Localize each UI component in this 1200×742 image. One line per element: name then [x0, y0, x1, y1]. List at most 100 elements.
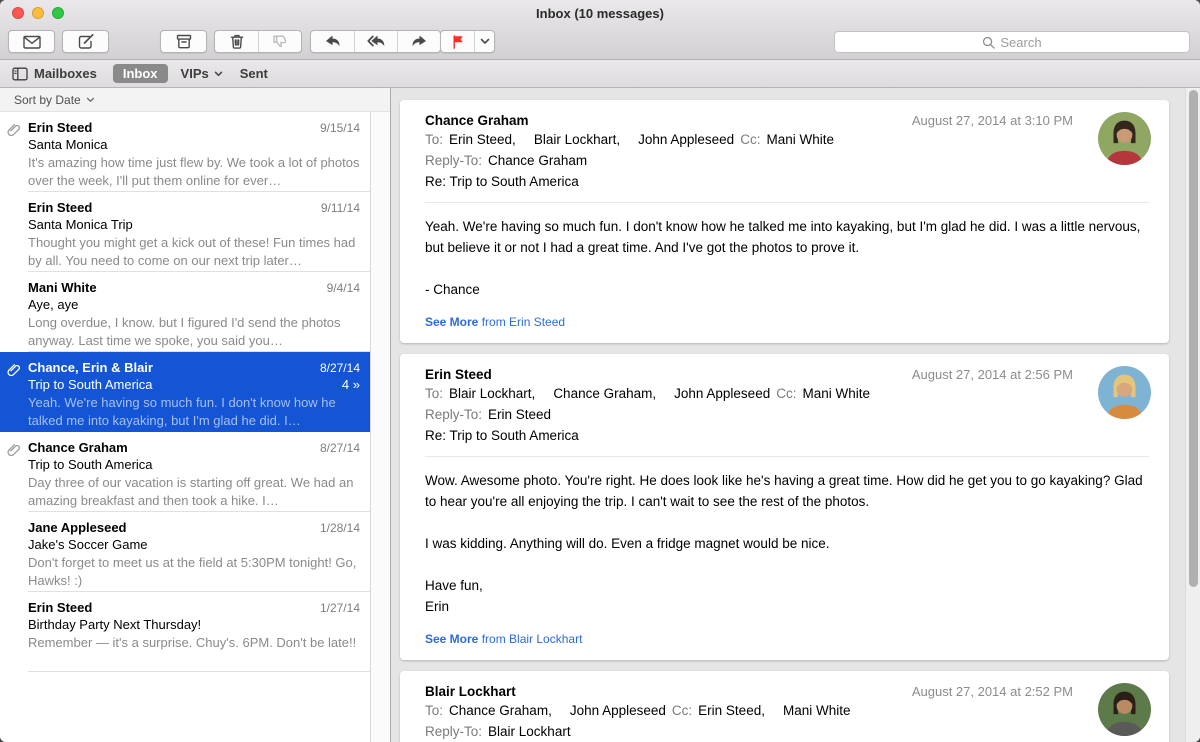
- recipient: Mani White: [783, 703, 851, 718]
- see-more-line: See More from Erin Steed: [425, 315, 1149, 329]
- minimize-window-button[interactable]: [32, 7, 44, 19]
- sort-label: Sort by Date: [14, 93, 81, 107]
- message-date: 9/11/14: [321, 201, 360, 215]
- to-label: To:: [425, 386, 443, 401]
- see-more-link[interactable]: See More: [425, 632, 478, 646]
- flag-button[interactable]: [441, 31, 474, 52]
- archive-button[interactable]: [160, 30, 207, 53]
- scrollbar-thumb[interactable]: [1189, 90, 1198, 587]
- message-sender: Chance Graham: [28, 440, 320, 455]
- recipient: John Appleseed: [674, 386, 770, 401]
- message-list-item[interactable]: Erin Steed 1/27/14 Birthday Party Next T…: [0, 592, 370, 672]
- message-date: 8/27/14: [320, 361, 360, 375]
- window-chrome: Inbox (10 messages): [0, 0, 1200, 60]
- sort-header[interactable]: Sort by Date: [0, 88, 390, 112]
- mailboxes-label: Mailboxes: [34, 66, 97, 81]
- tab-vips-label: VIPs: [181, 66, 209, 81]
- message-subject-line: Re: Trip to South America: [425, 425, 1149, 446]
- to-label: To:: [425, 132, 443, 147]
- message-from: Chance Graham: [425, 113, 912, 128]
- mailboxes-button[interactable]: Mailboxes: [12, 66, 97, 81]
- recipient: Erin Steed,: [449, 132, 516, 147]
- tab-inbox-label: Inbox: [123, 66, 158, 81]
- message-list-item[interactable]: Mani White 9/4/14 Aye, aye Long overdue,…: [0, 272, 370, 352]
- scrollbar-track[interactable]: [1185, 88, 1200, 742]
- message-subject: Trip to South America: [28, 457, 360, 472]
- trash-junk-group: [214, 30, 302, 53]
- message-preview: It's amazing how time just flew by. We t…: [28, 154, 360, 190]
- reply-to-label: Reply-To:: [425, 153, 482, 168]
- title-bar[interactable]: Inbox (10 messages): [0, 0, 1200, 26]
- forward-button[interactable]: [397, 31, 440, 52]
- tab-vips[interactable]: VIPs: [181, 66, 223, 81]
- body-paragraph: Have fun,Erin: [425, 575, 1149, 617]
- junk-button[interactable]: [258, 31, 301, 52]
- thread-count[interactable]: 4 »: [342, 377, 360, 392]
- chevron-down-icon: [480, 38, 490, 45]
- message-sender: Mani White: [28, 280, 327, 295]
- reply-to-line: Reply-To:Blair Lockhart: [425, 721, 1149, 742]
- reply-button[interactable]: [311, 31, 354, 52]
- flag-menu-button[interactable]: [474, 31, 494, 52]
- message-pane: Chance Graham August 27, 2014 at 3:10 PM…: [391, 88, 1200, 742]
- message-preview: Day three of our vacation is starting of…: [28, 474, 360, 510]
- message-pane-cards: Chance Graham August 27, 2014 at 3:10 PM…: [400, 100, 1169, 742]
- message-body: Yeah. We're having so much fun. I don't …: [425, 216, 1149, 300]
- message-date: 9/4/14: [327, 281, 360, 295]
- message-list-scroll-gutter[interactable]: [371, 112, 390, 742]
- recipient: Blair Lockhart,: [534, 132, 620, 147]
- envelope-icon: [22, 34, 42, 50]
- trash-icon: [228, 33, 246, 50]
- compose-button[interactable]: [62, 30, 109, 53]
- message-preview: Thought you might get a kick out of thes…: [28, 234, 360, 270]
- body-paragraph: I was kidding. Anything will do. Even a …: [425, 533, 1149, 554]
- message-sender: Chance, Erin & Blair: [28, 360, 320, 375]
- tab-inbox[interactable]: Inbox: [113, 64, 168, 83]
- tab-sent-label: Sent: [240, 66, 268, 81]
- favorites-bar: Mailboxes Inbox VIPs Sent: [0, 60, 1200, 88]
- paperclip-icon: [7, 442, 21, 461]
- recipients-line: To:Blair Lockhart,Chance Graham,John App…: [425, 383, 1149, 404]
- see-more-from-link[interactable]: from Erin Steed: [482, 315, 565, 329]
- message-datetime: August 27, 2014 at 2:52 PM: [912, 684, 1073, 699]
- mail-app-window: Inbox (10 messages): [0, 0, 1200, 742]
- reply-icon: [324, 34, 342, 49]
- search-input[interactable]: Search: [834, 31, 1190, 53]
- reply-group: [310, 30, 441, 53]
- see-more-from-link[interactable]: from Blair Lockhart: [482, 632, 583, 646]
- message-list: Sort by Date Erin Steed 9/15/14 Santa Mo…: [0, 88, 391, 742]
- tab-sent[interactable]: Sent: [240, 66, 268, 81]
- message-list-item[interactable]: Chance Graham 8/27/14 Trip to South Amer…: [0, 432, 370, 512]
- sidebar-panel-icon: [12, 67, 28, 81]
- message-preview: Remember — it's a surprise. Chuy's. 6PM.…: [28, 634, 360, 670]
- message-preview: Don't forget to meet us at the field at …: [28, 554, 360, 590]
- trash-button[interactable]: [215, 31, 258, 52]
- compose-icon: [77, 33, 95, 50]
- window-title: Inbox (10 messages): [0, 0, 1200, 27]
- flag-icon: [451, 34, 465, 49]
- see-more-link[interactable]: See More: [425, 315, 478, 329]
- close-window-button[interactable]: [12, 7, 24, 19]
- reply-all-button[interactable]: [354, 31, 397, 52]
- reply-to-line: Reply-To:Erin Steed: [425, 404, 1149, 425]
- to-label: To:: [425, 703, 443, 718]
- message-list-item[interactable]: Erin Steed 9/15/14 Santa Monica It's ama…: [0, 112, 370, 192]
- zoom-window-button[interactable]: [52, 7, 64, 19]
- reply-all-icon: [366, 34, 386, 49]
- paperclip-icon: [7, 362, 21, 381]
- reply-to-line: Reply-To:Chance Graham: [425, 150, 1149, 171]
- header-divider: [425, 456, 1149, 457]
- message-date: 8/27/14: [320, 441, 360, 455]
- message-subject: Trip to South America: [28, 377, 342, 392]
- message-list-item[interactable]: Chance, Erin & Blair 8/27/14 Trip to Sou…: [0, 352, 370, 432]
- get-mail-button[interactable]: [8, 30, 55, 53]
- message-list-item[interactable]: Jane Appleseed 1/28/14 Jake's Soccer Gam…: [0, 512, 370, 592]
- recipients-line: To:Chance Graham,John AppleseedCc:Erin S…: [425, 700, 1149, 721]
- message-list-item[interactable]: Erin Steed 9/11/14 Santa Monica Trip Tho…: [0, 192, 370, 272]
- flag-group: [440, 30, 495, 53]
- message-preview: Long overdue, I know. but I figured I'd …: [28, 314, 360, 350]
- body-paragraph: - Chance: [425, 279, 1149, 300]
- message-list-body: Erin Steed 9/15/14 Santa Monica It's ama…: [0, 112, 390, 742]
- content-area: Sort by Date Erin Steed 9/15/14 Santa Mo…: [0, 88, 1200, 742]
- reply-to-label: Reply-To:: [425, 407, 482, 422]
